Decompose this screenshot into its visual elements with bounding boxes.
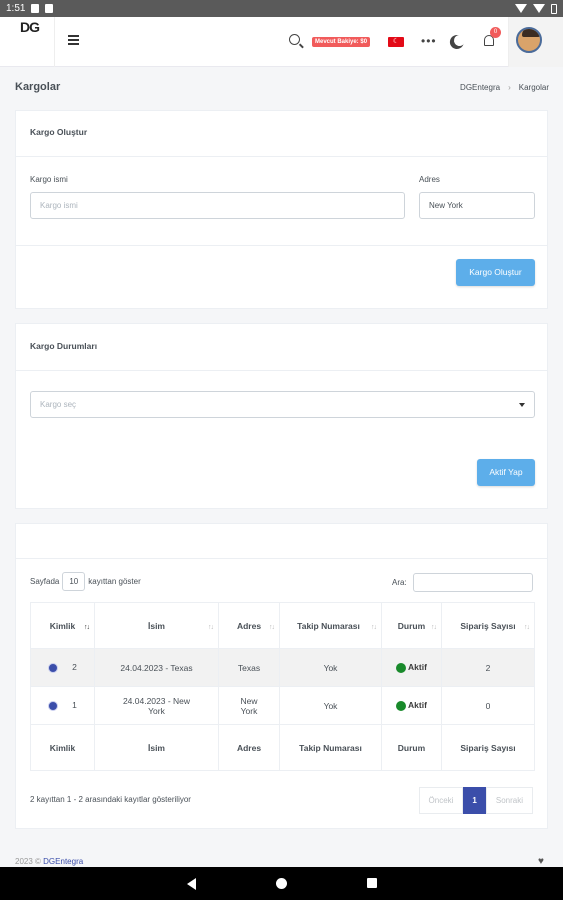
page-length-prefix: Sayfada — [30, 577, 60, 586]
page-length-suffix: kayıttan göster — [88, 577, 141, 586]
sort-icon: ↑↓ — [84, 624, 90, 631]
top-navbar: DG Mevcut Bakiye: $0 ☾ ••• 0 — [0, 17, 563, 67]
page-length: Sayfada 10 kayıttan göster — [30, 572, 141, 591]
address-input[interactable]: New York — [419, 192, 535, 219]
cargo-name-input[interactable]: Kargo ismi — [30, 192, 405, 219]
col-footer: Takip Numarası — [279, 724, 382, 771]
cell-address: New York — [218, 686, 280, 725]
cargo-table: Kimlik ↑↓ İsim ↑↓ Adres ↑↓ Takip Numarası ↑↓… — [30, 602, 535, 771]
apps-icon[interactable]: ••• — [421, 34, 437, 48]
status-badge: Aktif — [408, 662, 427, 673]
notification-badge: 0 — [490, 27, 501, 38]
activate-button[interactable]: Aktif Yap — [477, 459, 535, 486]
col-header[interactable]: Adres ↑↓ — [218, 602, 280, 649]
pagination: Önceki 1 Sonraki — [418, 787, 533, 814]
table-search-input[interactable] — [412, 573, 533, 592]
search-icon[interactable] — [289, 34, 300, 45]
status-dot-icon — [396, 662, 407, 673]
status-dot-icon — [396, 700, 407, 711]
page-1-button[interactable]: 1 — [463, 787, 486, 814]
col-header[interactable]: Durum ↑↓ — [381, 602, 442, 649]
cell-id: 2 — [72, 662, 77, 673]
cargo-select-placeholder: Kargo seç — [40, 400, 77, 409]
cell-address: Texas — [218, 648, 280, 687]
cargo-select[interactable]: Kargo seç — [30, 391, 535, 418]
col-footer: İsim — [94, 724, 219, 771]
breadcrumb-home[interactable]: DGEntegra — [460, 83, 500, 92]
table-row[interactable]: 2 24.04.2023 - Texas Texas Yok Aktif 2 — [30, 648, 535, 687]
page-title: Kargolar — [15, 81, 61, 93]
status-time: 1:51 — [6, 3, 26, 14]
battery-icon — [551, 3, 557, 14]
status-badge: Aktif — [408, 700, 427, 711]
sim-icon — [45, 4, 54, 13]
col-header[interactable]: Kimlik ↑↓ — [30, 602, 95, 649]
search-label: Ara: — [392, 578, 407, 587]
breadcrumb-separator-icon: › — [508, 83, 511, 92]
cell-orders: 2 — [441, 648, 535, 687]
col-footer: Durum — [381, 724, 442, 771]
prev-page-button[interactable]: Önceki — [418, 787, 464, 814]
breadcrumb: DGEntegra › Kargolar — [460, 83, 549, 92]
cell-tracking: Yok — [279, 686, 382, 725]
next-page-button[interactable]: Sonraki — [485, 787, 533, 814]
col-header[interactable]: Sipariş Sayısı ↑↓ — [441, 602, 535, 649]
cell-name: 24.04.2023 - Texas — [94, 648, 219, 687]
col-footer: Kimlik — [30, 724, 95, 771]
logo[interactable]: DG — [0, 17, 55, 67]
cell-tracking: Yok — [279, 648, 382, 687]
sort-icon: ↑↓ — [431, 624, 437, 631]
sort-icon: ↑↓ — [371, 624, 377, 631]
col-footer: Adres — [218, 724, 280, 771]
back-icon[interactable] — [187, 878, 196, 890]
heart-icon: ♥ — [538, 856, 544, 867]
breadcrumb-current: Kargolar — [518, 83, 549, 92]
table-row[interactable]: 1 24.04.2023 - New York New York Yok Akt… — [30, 686, 535, 725]
status-bar: 1:51 — [0, 0, 563, 17]
footer-brand[interactable]: DGEntegra — [43, 857, 83, 866]
recents-icon[interactable] — [367, 878, 377, 888]
table-search: Ara: — [392, 573, 533, 592]
balance-badge[interactable]: Mevcut Bakiye: $0 — [312, 37, 371, 47]
sort-icon: ↑↓ — [524, 624, 530, 631]
wifi-icon — [515, 4, 527, 13]
create-cargo-button[interactable]: Kargo Oluştur — [456, 259, 535, 286]
cargo-status-title: Kargo Durumları — [16, 324, 547, 371]
create-cargo-title: Kargo Oluştur — [16, 111, 547, 157]
col-header[interactable]: Takip Numarası ↑↓ — [279, 602, 382, 649]
android-nav-bar — [0, 867, 563, 900]
footer: 2023 © DGEntegra — [15, 857, 83, 866]
user-menu[interactable] — [508, 17, 563, 67]
dark-mode-icon[interactable] — [452, 33, 467, 48]
expand-row-icon[interactable] — [48, 700, 59, 711]
cell-orders: 0 — [441, 686, 535, 725]
menu-toggle-icon[interactable] — [68, 35, 79, 45]
notification-icon — [31, 4, 40, 13]
sort-icon: ↑↓ — [208, 624, 214, 631]
home-icon[interactable] — [276, 878, 287, 889]
col-footer: Sipariş Sayısı — [441, 724, 535, 771]
cargo-status-card: Kargo Durumları Kargo seç Aktif Yap — [15, 323, 548, 509]
create-cargo-card: Kargo Oluştur Kargo ismi Kargo ismi Adre… — [15, 110, 548, 309]
table-info: 2 kayıttan 1 - 2 arasındaki kayıtlar gös… — [30, 795, 191, 804]
cargo-table-card: Sayfada 10 kayıttan göster Ara: Kimlik ↑↓… — [15, 523, 548, 829]
address-label: Adres — [419, 175, 440, 184]
cell-id: 1 — [72, 700, 77, 711]
sort-icon: ↑↓ — [269, 624, 275, 631]
col-header[interactable]: İsim ↑↓ — [94, 602, 219, 649]
expand-row-icon[interactable] — [48, 662, 59, 673]
page-length-select[interactable]: 10 — [62, 572, 86, 591]
cell-name: 24.04.2023 - New York — [94, 686, 219, 725]
chevron-down-icon — [519, 403, 525, 407]
avatar[interactable] — [516, 27, 542, 53]
footer-year: 2023 © — [15, 857, 41, 866]
cargo-name-label: Kargo ismi — [30, 175, 68, 184]
signal-icon — [533, 4, 545, 13]
turkey-flag-icon[interactable]: ☾ — [388, 37, 404, 47]
